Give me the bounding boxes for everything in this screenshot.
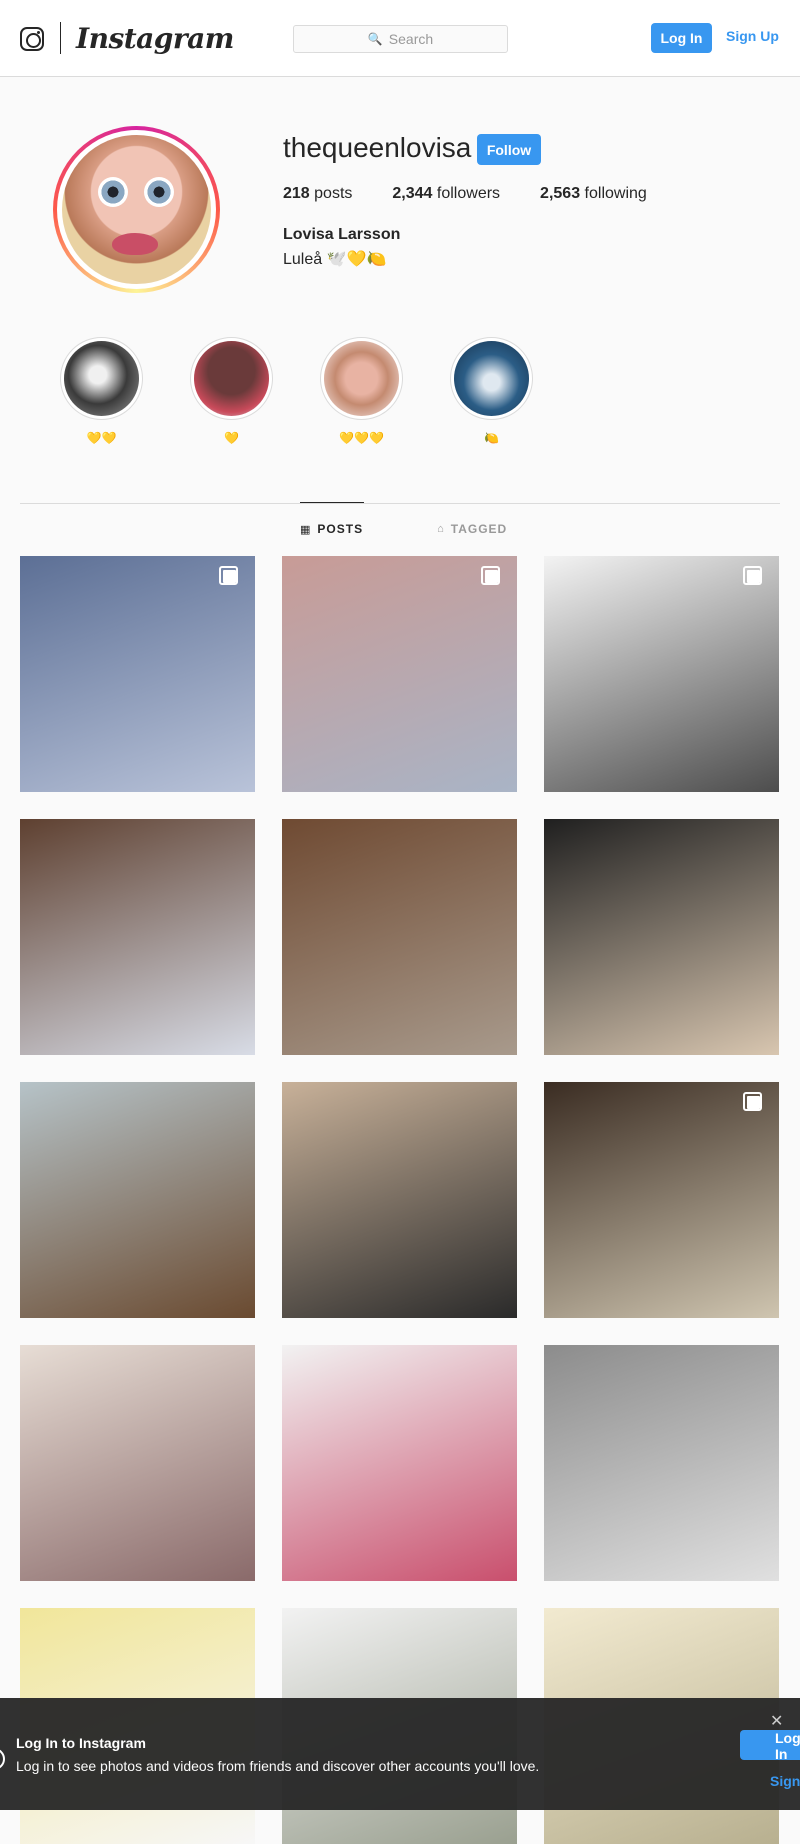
- post-thumbnail[interactable]: [20, 819, 255, 1055]
- highlight-item[interactable]: 💛: [190, 337, 273, 445]
- highlight-thumbnail: [194, 341, 269, 416]
- highlight-item[interactable]: 💛💛: [60, 337, 143, 445]
- post-thumbnail[interactable]: [282, 1082, 517, 1318]
- profile-bio: Luleå 🕊️💛🍋: [283, 251, 387, 268]
- carousel-icon: [481, 566, 500, 585]
- carousel-icon: [743, 1092, 762, 1111]
- banner-signup-link[interactable]: Sign Up: [770, 1773, 800, 1789]
- post-thumbnail[interactable]: [282, 1345, 517, 1581]
- instagram-wordmark[interactable]: Instagram: [76, 22, 234, 55]
- profile-avatar: [62, 135, 211, 284]
- close-icon[interactable]: ✕: [770, 1711, 783, 1731]
- post-thumbnail[interactable]: [20, 1082, 255, 1318]
- profile-username: thequeenlovisa: [283, 132, 472, 163]
- highlight-item[interactable]: 🍋: [450, 337, 533, 445]
- profile-avatar-ring[interactable]: [53, 126, 220, 293]
- search-icon: 🔍: [367, 32, 383, 46]
- profile-full-name: Lovisa Larsson: [283, 226, 401, 243]
- highlight-thumbnail: [324, 341, 399, 416]
- posts-stat: 218 posts: [283, 185, 353, 202]
- avatar-mouth: [112, 233, 158, 255]
- highlight-label: 💛: [224, 431, 239, 445]
- instagram-camera-icon[interactable]: [20, 27, 44, 51]
- post-thumbnail[interactable]: [282, 556, 517, 792]
- post-thumbnail[interactable]: [282, 819, 517, 1055]
- highlight-label: 🍋: [484, 431, 499, 445]
- highlight-item[interactable]: 💛💛💛: [320, 337, 403, 445]
- post-thumbnail[interactable]: [544, 1345, 779, 1581]
- tab-posts[interactable]: ▦ POSTS: [300, 522, 363, 536]
- carousel-icon: [743, 566, 762, 585]
- login-banner: Log In to Instagram Log in to see photos…: [0, 1698, 800, 1810]
- follow-button[interactable]: Follow: [477, 134, 541, 165]
- logo-divider: [60, 22, 61, 54]
- carousel-icon: [219, 566, 238, 585]
- story-highlights: 💛💛 💛 💛💛💛 🍋: [60, 337, 533, 445]
- search-placeholder: Search: [388, 31, 434, 47]
- following-stat[interactable]: 2,563 following: [540, 185, 647, 203]
- post-thumbnail[interactable]: [544, 1082, 779, 1318]
- posts-grid: [20, 556, 780, 1844]
- search-box[interactable]: 🔍 Search: [293, 25, 508, 53]
- highlight-label: 💛💛💛: [339, 431, 384, 445]
- highlight-thumbnail: [454, 341, 529, 416]
- profile-stats: 218 posts 2,344 followers 2,563 followin…: [283, 185, 647, 203]
- post-thumbnail[interactable]: [544, 819, 779, 1055]
- grid-icon: ▦: [300, 523, 312, 536]
- signup-link[interactable]: Sign Up: [726, 28, 779, 44]
- profile-tabs: ▦ POSTS ⌂ TAGGED: [300, 522, 507, 536]
- post-thumbnail[interactable]: [20, 1345, 255, 1581]
- top-navigation-bar: Instagram 🔍 Search Log In Sign Up: [0, 0, 800, 77]
- active-tab-indicator: [300, 502, 364, 503]
- banner-subtitle: Log in to see photos and videos from fri…: [16, 1758, 540, 1774]
- avatar-eye-right: [144, 177, 174, 207]
- login-button[interactable]: Log In: [651, 23, 712, 53]
- tag-icon: ⌂: [437, 523, 445, 535]
- post-thumbnail[interactable]: [544, 556, 779, 792]
- instagram-logo-icon: [0, 1748, 5, 1770]
- tab-tagged[interactable]: ⌂ TAGGED: [437, 522, 507, 536]
- post-thumbnail[interactable]: [20, 556, 255, 792]
- followers-stat[interactable]: 2,344 followers: [392, 185, 500, 203]
- section-divider: [20, 503, 780, 504]
- avatar-eye-left: [98, 177, 128, 207]
- banner-title: Log In to Instagram: [16, 1735, 146, 1751]
- highlight-label: 💛💛: [86, 431, 117, 445]
- highlight-thumbnail: [64, 341, 139, 416]
- banner-login-button[interactable]: Log In: [740, 1730, 800, 1762]
